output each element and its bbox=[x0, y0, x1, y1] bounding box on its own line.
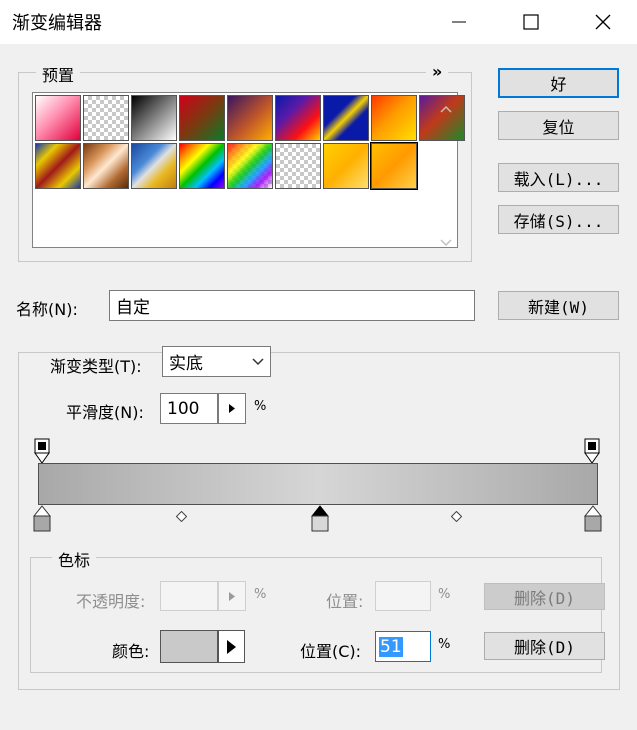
chevron-up-icon bbox=[440, 105, 452, 113]
preset-swatch[interactable] bbox=[131, 143, 177, 189]
diamond-icon bbox=[450, 510, 463, 523]
preset-swatch[interactable] bbox=[370, 142, 418, 190]
maximize-button[interactable] bbox=[502, 0, 560, 44]
opacity-stop-icon bbox=[584, 438, 600, 464]
opacity-stop-icon bbox=[34, 438, 50, 464]
color-label: 颜色: bbox=[112, 642, 150, 661]
window-title: 渐变编辑器 bbox=[12, 13, 102, 34]
color-picker-button[interactable] bbox=[218, 630, 245, 663]
preset-swatch[interactable] bbox=[131, 95, 177, 141]
presets-menu-button[interactable]: » bbox=[426, 62, 449, 81]
load-button[interactable]: 载入(L)... bbox=[498, 163, 619, 192]
preset-swatch[interactable] bbox=[323, 95, 369, 141]
triangle-right-icon bbox=[227, 639, 236, 654]
preset-swatch-grid[interactable] bbox=[32, 92, 465, 248]
minimize-icon bbox=[452, 21, 466, 23]
gradient-type-select[interactable]: 实底 bbox=[162, 346, 271, 377]
close-button[interactable] bbox=[574, 0, 632, 44]
preset-swatch[interactable] bbox=[275, 143, 321, 189]
color-location-unit: % bbox=[438, 637, 451, 652]
opacity-unit: % bbox=[254, 587, 267, 602]
smoothness-stepper-button[interactable] bbox=[218, 393, 246, 424]
preset-swatch[interactable] bbox=[35, 143, 81, 189]
preset-scroll-down[interactable] bbox=[440, 232, 452, 251]
ok-button[interactable]: 好 bbox=[498, 68, 619, 98]
color-stop-icon bbox=[583, 505, 603, 532]
opacity-location-label: 位置: bbox=[326, 592, 364, 611]
color-stop-right[interactable] bbox=[583, 505, 603, 537]
smoothness-input[interactable]: 100 bbox=[160, 393, 218, 424]
preset-swatch[interactable] bbox=[371, 95, 417, 141]
save-button[interactable]: 存储(S)... bbox=[498, 205, 619, 234]
name-label: 名称(N): bbox=[16, 300, 78, 319]
reset-button[interactable]: 复位 bbox=[498, 111, 619, 140]
color-midpoint-1[interactable] bbox=[175, 507, 188, 526]
opacity-location-unit: % bbox=[438, 587, 451, 602]
preset-swatch[interactable] bbox=[275, 95, 321, 141]
color-stop-icon bbox=[310, 505, 330, 532]
diamond-icon bbox=[175, 510, 188, 523]
triangle-right-icon bbox=[229, 404, 235, 413]
color-location-input[interactable]: 51 bbox=[375, 631, 431, 662]
delete-opacity-stop-button[interactable]: 删除(D) bbox=[484, 583, 605, 610]
opacity-input[interactable] bbox=[160, 581, 218, 611]
name-input[interactable]: 自定 bbox=[109, 290, 475, 321]
gradient-preview-bar[interactable] bbox=[38, 463, 598, 505]
color-midpoint-2[interactable] bbox=[450, 507, 463, 526]
presets-legend: 预置 bbox=[36, 62, 81, 86]
color-location-label: 位置(C): bbox=[300, 642, 362, 661]
minimize-button[interactable] bbox=[430, 0, 488, 44]
chevron-down-icon bbox=[252, 357, 264, 365]
color-stop-selected[interactable] bbox=[310, 505, 330, 537]
smoothness-unit: % bbox=[254, 399, 267, 414]
preset-swatch[interactable] bbox=[35, 95, 81, 141]
opacity-label: 不透明度: bbox=[76, 592, 146, 611]
preset-swatch[interactable] bbox=[227, 95, 273, 141]
new-button[interactable]: 新建(W) bbox=[498, 291, 619, 320]
opacity-stepper-button[interactable] bbox=[218, 581, 246, 611]
chevron-down-icon bbox=[440, 239, 452, 247]
gradient-type-value: 实底 bbox=[169, 354, 203, 374]
opacity-location-input[interactable] bbox=[375, 581, 431, 611]
preset-swatch[interactable] bbox=[179, 143, 225, 189]
stops-legend: 色标 bbox=[52, 547, 97, 571]
maximize-icon bbox=[523, 14, 539, 30]
close-icon bbox=[595, 14, 611, 30]
preset-swatch[interactable] bbox=[179, 95, 225, 141]
preset-swatch[interactable] bbox=[323, 143, 369, 189]
preset-scroll-up[interactable] bbox=[440, 98, 452, 117]
preset-swatch[interactable] bbox=[83, 143, 129, 189]
color-location-value: 51 bbox=[379, 636, 403, 657]
smoothness-label: 平滑度(N): bbox=[66, 403, 144, 422]
color-stop-left[interactable] bbox=[32, 505, 52, 537]
color-swatch[interactable] bbox=[160, 630, 218, 663]
preset-swatch[interactable] bbox=[227, 143, 273, 189]
delete-color-stop-button[interactable]: 删除(D) bbox=[484, 632, 605, 660]
preset-swatch[interactable] bbox=[83, 95, 129, 141]
title-bar[interactable]: 渐变编辑器 bbox=[0, 0, 637, 44]
gradient-type-label: 渐变类型(T): bbox=[44, 353, 148, 377]
color-stop-icon bbox=[32, 505, 52, 532]
triangle-right-icon bbox=[229, 591, 235, 601]
